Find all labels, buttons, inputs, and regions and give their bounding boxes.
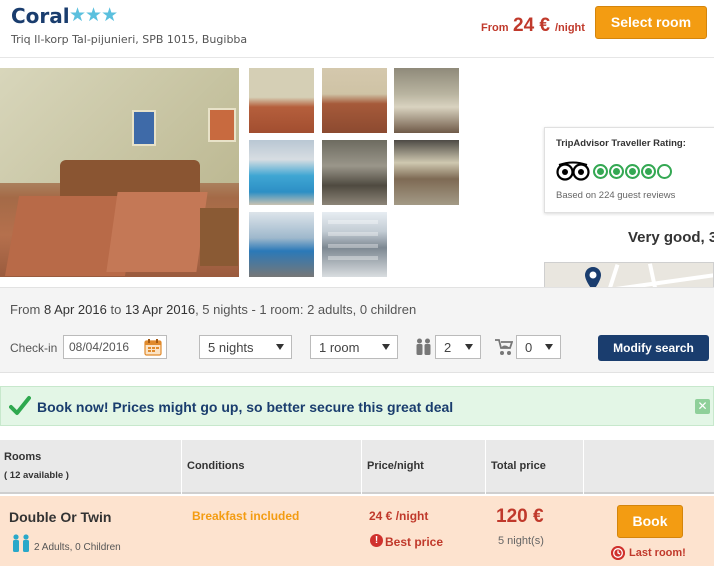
rating-circle-empty-icon — [657, 164, 672, 179]
photo-gallery: TripAdvisor Traveller Rating: Based on 2… — [0, 58, 714, 330]
guests-text: 2 Adults, 0 Children — [34, 542, 121, 553]
tripadvisor-title: TripAdvisor Traveller Rating: — [556, 138, 686, 149]
rating-circle-full-icon — [609, 164, 624, 179]
stay-details: , 5 nights - 1 room: 2 adults, 0 childre… — [195, 302, 417, 317]
chevron-down-icon — [465, 344, 473, 350]
search-panel: From 8 Apr 2016 to 13 Apr 2016, 5 nights… — [0, 287, 714, 373]
thumbnail-photo[interactable] — [249, 212, 314, 277]
chevron-down-icon — [382, 344, 390, 350]
thumbnail-photo[interactable] — [322, 68, 387, 133]
rooms-table: Rooms ( 12 available ) Conditions Price/… — [0, 440, 714, 566]
thumbnail-photo[interactable] — [249, 68, 314, 133]
night-price: 24 € /night — [369, 509, 429, 523]
main-photo[interactable] — [0, 68, 239, 277]
total-nights: 5 night(s) — [498, 535, 544, 547]
room-name[interactable]: Double Or Twin — [9, 509, 111, 525]
children-value: 0 — [525, 340, 533, 355]
table-row: Double Or Twin 2 Adults, 0 Children Brea… — [0, 496, 714, 566]
column-header-action — [584, 440, 714, 494]
per-night-label: /night — [555, 22, 585, 34]
to-word: to — [110, 302, 122, 317]
column-header-price-night: Price/night — [362, 440, 486, 494]
clock-icon — [611, 546, 625, 560]
alert-icon: ! — [370, 534, 383, 547]
stroller-icon — [495, 339, 513, 355]
tripadvisor-owl-icon — [556, 161, 590, 181]
children-select[interactable]: 0 — [516, 335, 561, 359]
nights-select[interactable]: 5 nights — [199, 335, 292, 359]
column-header-rooms: Rooms ( 12 available ) — [0, 440, 182, 494]
last-room-label: Last room! — [629, 547, 686, 559]
alert-message: Book now! Prices might go up, so better … — [37, 399, 454, 415]
thumbnail-photo[interactable] — [394, 140, 459, 205]
thumbnail-photo[interactable] — [394, 68, 459, 133]
thumbnail-photo[interactable] — [322, 140, 387, 205]
stay-summary: From 8 Apr 2016 to 13 Apr 2016, 5 nights… — [10, 302, 416, 317]
rooms-header-label: Rooms — [4, 451, 42, 463]
available-count: ( 12 available ) — [4, 470, 69, 481]
guests-icon — [13, 534, 29, 552]
from-label: From — [481, 22, 509, 34]
adults-select[interactable]: 2 — [435, 335, 481, 359]
total-price-header-label: Total price — [491, 460, 546, 472]
chevron-down-icon — [545, 344, 553, 350]
rooms-select[interactable]: 1 room — [310, 335, 398, 359]
thumbnail-photo[interactable] — [322, 212, 387, 277]
total-price: 120 € — [496, 506, 544, 527]
from-date: 8 Apr 2016 — [43, 302, 107, 317]
calendar-icon[interactable] — [144, 338, 162, 356]
check-icon — [9, 396, 31, 415]
thumbnail-photo[interactable] — [249, 140, 314, 205]
table-header: Rooms ( 12 available ) Conditions Price/… — [0, 440, 714, 494]
rooms-value: 1 room — [319, 340, 360, 355]
tripadvisor-rating-box: TripAdvisor Traveller Rating: Based on 2… — [544, 127, 714, 213]
close-icon[interactable]: ✕ — [695, 399, 710, 414]
adults-value: 2 — [444, 340, 452, 355]
from-word: From — [10, 302, 41, 317]
nights-value: 5 nights — [208, 340, 254, 355]
rating-circle-full-icon — [625, 164, 640, 179]
hotel-name: Coral — [11, 4, 70, 28]
star-rating-icon: ★★★ — [69, 4, 118, 26]
rating-circles — [593, 164, 673, 184]
condition-breakfast: Breakfast included — [192, 509, 300, 523]
book-button[interactable]: Book — [617, 505, 683, 538]
review-count: Based on 224 guest reviews — [556, 190, 676, 201]
to-date: 13 Apr 2016 — [124, 302, 196, 317]
select-room-button[interactable]: Select room — [595, 6, 707, 39]
from-price: 24 € — [513, 15, 550, 36]
column-header-total-price: Total price — [486, 440, 584, 494]
column-header-conditions: Conditions — [182, 440, 362, 494]
modify-search-button[interactable]: Modify search — [598, 335, 709, 361]
price-night-header-label: Price/night — [367, 460, 424, 472]
rating-verdict: Very good, 3 — [628, 229, 714, 246]
best-price-badge: Best price — [385, 535, 444, 549]
deal-alert: Book now! Prices might go up, so better … — [0, 386, 714, 426]
adults-icon — [416, 338, 431, 355]
rating-circle-full-icon — [641, 164, 656, 179]
chevron-down-icon — [276, 344, 284, 350]
hotel-address: Triq Il-korp Tal-pijunieri, SPB 1015, Bu… — [11, 33, 248, 46]
rating-circle-full-icon — [593, 164, 608, 179]
checkin-label: Check-in — [10, 341, 58, 355]
hotel-header: Coral ★★★ Triq Il-korp Tal-pijunieri, SP… — [0, 0, 714, 58]
conditions-header-label: Conditions — [187, 460, 245, 472]
